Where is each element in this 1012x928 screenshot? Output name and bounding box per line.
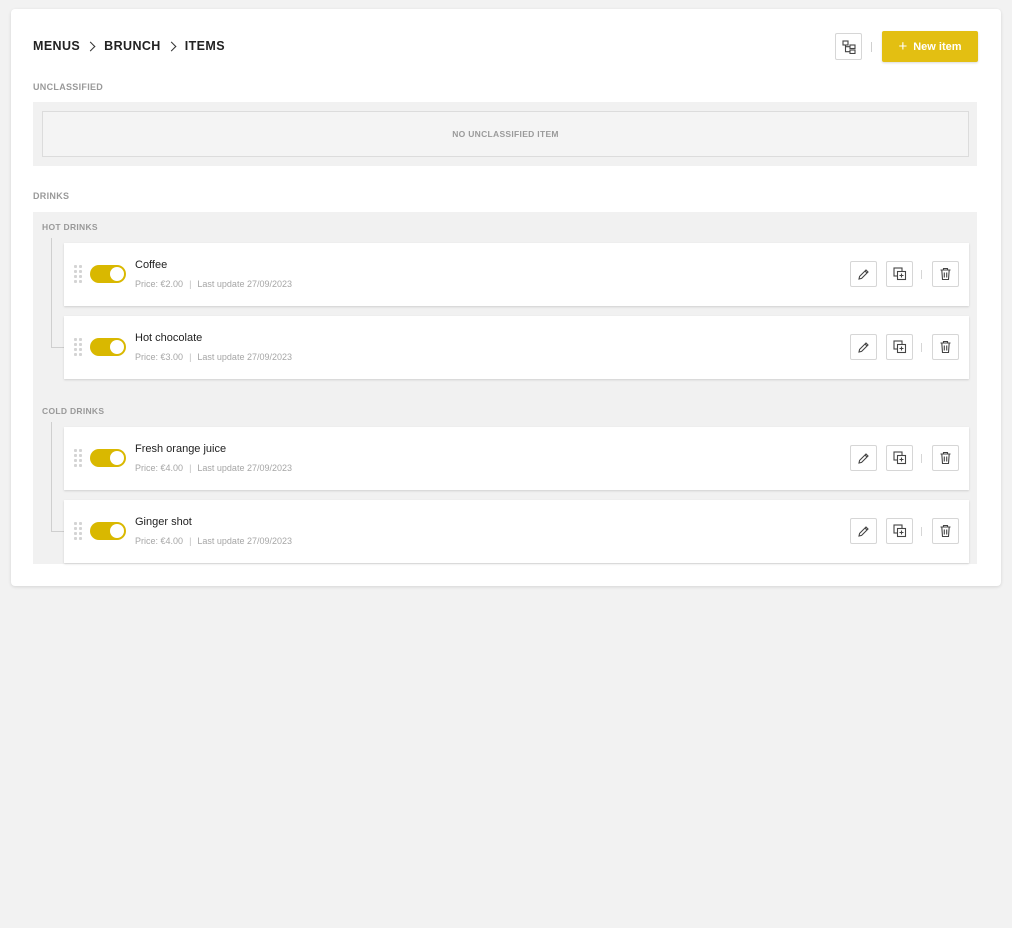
actions-divider: [921, 454, 922, 463]
meta-divider: |: [189, 279, 192, 289]
plus-icon: +: [898, 38, 908, 55]
price-value: €2.00: [160, 279, 184, 289]
duplicate-button[interactable]: [886, 518, 913, 544]
item-row-fresh-orange-juice[interactable]: Fresh orange juice Price: €4.00 | Last u…: [64, 427, 969, 490]
duplicate-icon: [892, 451, 906, 465]
availability-toggle[interactable]: [90, 338, 126, 356]
price-value: €3.00: [160, 352, 184, 362]
duplicate-icon: [892, 267, 906, 281]
trash-icon: [940, 524, 951, 538]
edit-button[interactable]: [850, 261, 877, 287]
pencil-icon: [858, 525, 869, 537]
toggle-knob: [110, 340, 124, 354]
unclassified-empty-message: NO UNCLASSIFIED ITEM: [42, 111, 969, 157]
edit-button[interactable]: [850, 334, 877, 360]
price-value: €4.00: [160, 536, 184, 546]
item-meta: Price: €4.00 | Last update 27/09/2023: [135, 536, 292, 546]
actions-divider: [921, 343, 922, 352]
price-value: €4.00: [160, 463, 184, 473]
price-label: Price:: [135, 463, 159, 473]
meta-divider: |: [189, 536, 192, 546]
breadcrumb-menus[interactable]: MENUS: [33, 39, 80, 53]
drag-handle-icon[interactable]: [74, 265, 82, 285]
availability-toggle[interactable]: [90, 449, 126, 467]
drag-handle-icon[interactable]: [74, 338, 82, 358]
section-label-drinks: DRINKS: [33, 191, 70, 201]
breadcrumb-brunch[interactable]: BRUNCH: [104, 39, 161, 53]
actions-divider: [921, 270, 922, 279]
duplicate-button[interactable]: [886, 261, 913, 287]
price-label: Price:: [135, 279, 159, 289]
delete-button[interactable]: [932, 445, 959, 471]
delete-button[interactable]: [932, 261, 959, 287]
duplicate-button[interactable]: [886, 334, 913, 360]
group-label-cold-drinks: COLD DRINKS: [42, 406, 105, 416]
item-name: Ginger shot: [135, 516, 192, 528]
tree-view-icon: [841, 39, 856, 54]
tree-view-button[interactable]: [835, 33, 862, 60]
last-update: Last update 27/09/2023: [197, 352, 292, 362]
meta-divider: |: [189, 463, 192, 473]
availability-toggle[interactable]: [90, 265, 126, 283]
pencil-icon: [858, 452, 869, 464]
tree-connector: [51, 238, 52, 348]
tree-connector: [51, 422, 52, 532]
edit-button[interactable]: [850, 518, 877, 544]
items-card: MENUS BRUNCH ITEMS + New item UNCLASSIFI…: [11, 9, 1001, 586]
chevron-right-icon: [85, 41, 96, 51]
duplicate-icon: [892, 340, 906, 354]
tree-connector: [51, 347, 64, 348]
last-update: Last update 27/09/2023: [197, 279, 292, 289]
price-label: Price:: [135, 536, 159, 546]
edit-button[interactable]: [850, 445, 877, 471]
new-item-label: New item: [913, 40, 962, 53]
item-row-hot-chocolate[interactable]: Hot chocolate Price: €3.00 | Last update…: [64, 316, 969, 379]
item-row-coffee[interactable]: Coffee Price: €2.00 | Last update 27/09/…: [64, 243, 969, 306]
trash-icon: [940, 451, 951, 465]
drag-handle-icon[interactable]: [74, 522, 82, 542]
delete-button[interactable]: [932, 518, 959, 544]
new-item-button[interactable]: + New item: [882, 31, 978, 62]
breadcrumb: MENUS BRUNCH ITEMS: [33, 39, 225, 53]
item-name: Hot chocolate: [135, 332, 203, 344]
header-divider: [871, 42, 872, 52]
trash-icon: [940, 267, 951, 281]
actions-divider: [921, 527, 922, 536]
group-label-hot-drinks: HOT DRINKS: [42, 222, 98, 232]
availability-toggle[interactable]: [90, 522, 126, 540]
toggle-knob: [110, 524, 124, 538]
drag-handle-icon[interactable]: [74, 449, 82, 469]
breadcrumb-items: ITEMS: [184, 39, 225, 53]
delete-button[interactable]: [932, 334, 959, 360]
pencil-icon: [858, 341, 869, 353]
price-label: Price:: [135, 352, 159, 362]
item-name: Fresh orange juice: [135, 443, 227, 455]
last-update: Last update 27/09/2023: [197, 463, 292, 473]
item-meta: Price: €4.00 | Last update 27/09/2023: [135, 463, 292, 473]
duplicate-icon: [892, 524, 906, 538]
section-label-unclassified: UNCLASSIFIED: [33, 82, 104, 92]
item-name: Coffee: [135, 259, 168, 271]
item-meta: Price: €3.00 | Last update 27/09/2023: [135, 352, 292, 362]
tree-connector: [51, 531, 64, 532]
trash-icon: [940, 340, 951, 354]
duplicate-button[interactable]: [886, 445, 913, 471]
item-meta: Price: €2.00 | Last update 27/09/2023: [135, 279, 292, 289]
chevron-right-icon: [166, 41, 177, 51]
unclassified-dropzone: NO UNCLASSIFIED ITEM: [33, 102, 977, 166]
drinks-category: HOT DRINKS Coffee Price: €2.00 | Last up…: [33, 212, 977, 564]
meta-divider: |: [189, 352, 192, 362]
last-update: Last update 27/09/2023: [197, 536, 292, 546]
toggle-knob: [110, 451, 124, 465]
item-row-ginger-shot[interactable]: Ginger shot Price: €4.00 | Last update 2…: [64, 500, 969, 563]
toggle-knob: [110, 267, 124, 281]
pencil-icon: [858, 268, 869, 280]
